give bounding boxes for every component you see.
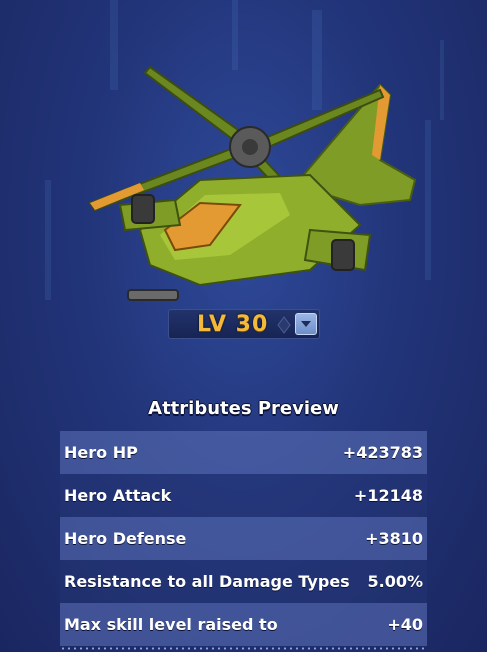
attribute-row-damage-resistance: Resistance to all Damage Types 5.00% — [60, 560, 427, 603]
divider — [60, 647, 427, 650]
attribute-value: +12148 — [353, 486, 423, 505]
attribute-row-hero-hp: Hero HP +423783 — [60, 431, 427, 474]
attribute-row-max-skill-level: Max skill level raised to +40 — [60, 603, 427, 646]
attribute-name: Max skill level raised to — [64, 615, 278, 634]
attributes-preview-title: Attributes Preview — [148, 398, 339, 419]
star-badge-icon — [277, 316, 291, 334]
attribute-value: +423783 — [342, 443, 423, 462]
background-stream — [440, 40, 444, 120]
background-stream — [425, 120, 431, 280]
chevron-down-icon — [301, 321, 311, 327]
attribute-name: Hero Defense — [64, 529, 187, 548]
attribute-value: +40 — [387, 615, 423, 634]
attribute-name: Hero HP — [64, 443, 138, 462]
attribute-value: 5.00% — [367, 572, 423, 591]
attribute-row-hero-defense: Hero Defense +3810 — [60, 517, 427, 560]
attributes-list: Hero HP +423783 Hero Attack +12148 Hero … — [60, 431, 427, 646]
level-dropdown-button[interactable] — [295, 313, 317, 335]
level-selector[interactable]: LV 30 — [168, 309, 320, 339]
attribute-row-hero-attack: Hero Attack +12148 — [60, 474, 427, 517]
hero-helicopter-image — [88, 65, 417, 301]
background-stream — [45, 180, 51, 300]
level-label: LV 30 — [197, 311, 269, 337]
attribute-name: Hero Attack — [64, 486, 172, 505]
attribute-name: Resistance to all Damage Types — [64, 572, 350, 591]
attribute-value: +3810 — [365, 529, 423, 548]
